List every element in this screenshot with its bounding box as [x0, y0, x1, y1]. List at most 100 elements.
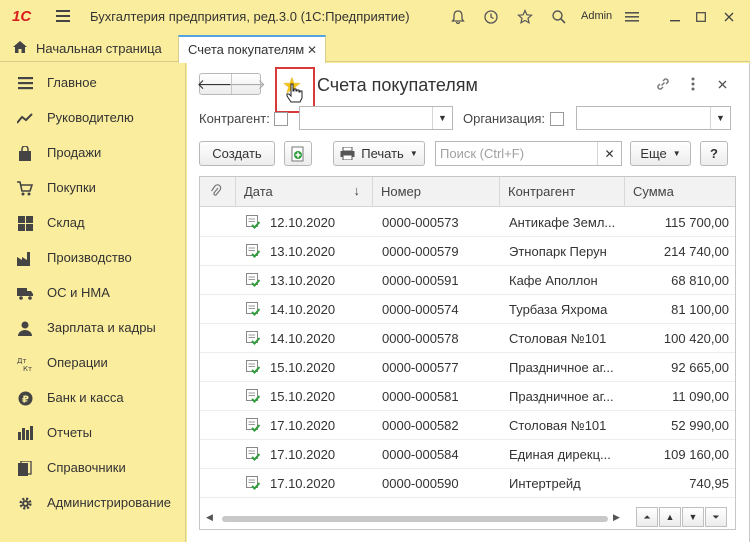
- maximize-icon[interactable]: [690, 6, 712, 28]
- history-icon[interactable]: [481, 7, 501, 27]
- svg-text:₽: ₽: [22, 394, 29, 405]
- sidebar-item-warehouse[interactable]: Склад: [0, 205, 186, 240]
- forward-arrow-icon[interactable]: 🡒: [228, 74, 266, 94]
- search-input[interactable]: Поиск (Ctrl+F) ✕: [435, 141, 622, 166]
- scrollbar-thumb[interactable]: [222, 516, 608, 522]
- cell-sum: 115 700,00: [664, 215, 729, 230]
- table-row[interactable]: 15.10.2020 0000-000577 Праздничное аг... 92…: [200, 353, 735, 382]
- table-row[interactable]: 14.10.2020 0000-000574 Турбаза Яхрома 81 10…: [200, 295, 735, 324]
- cell-number: 0000-000584: [382, 447, 459, 462]
- main-menu-icon[interactable]: [56, 10, 70, 22]
- more-button[interactable]: Еще ▼: [630, 141, 691, 166]
- close-form-icon[interactable]: [713, 75, 731, 93]
- scroll-right-icon[interactable]: ▶: [613, 512, 620, 523]
- table-row[interactable]: 17.10.2020 0000-000584 Единая дирекц... 109…: [200, 440, 735, 469]
- clear-search-icon[interactable]: ✕: [597, 142, 621, 165]
- settings-lines-icon[interactable]: [622, 7, 642, 27]
- create-button[interactable]: Создать: [199, 141, 275, 166]
- person-icon: [17, 320, 33, 336]
- table-row[interactable]: 12.10.2020 0000-000573 Антикафе Земл... 115…: [200, 208, 735, 237]
- link-icon[interactable]: [654, 75, 672, 93]
- cell-date: 17.10.2020: [270, 447, 336, 462]
- counterparty-filter-label: Контрагент:: [199, 111, 270, 126]
- counterparty-filter-field[interactable]: ▼: [299, 106, 453, 130]
- table-row[interactable]: 15.10.2020 0000-000581 Праздничное аг... 11…: [200, 382, 735, 411]
- dropdown-arrow-icon[interactable]: ▼: [432, 107, 452, 129]
- column-header-date[interactable]: Дата ↓: [236, 177, 373, 207]
- table-row[interactable]: 17.10.2020 0000-000590 Интертрейд 740,95: [200, 469, 735, 498]
- cell-date: 12.10.2020: [270, 215, 336, 230]
- sidebar-item-manager[interactable]: Руководителю: [0, 100, 186, 135]
- cart-icon: [17, 180, 33, 196]
- trend-icon: [17, 110, 33, 126]
- app-logo[interactable]: 1С: [12, 8, 31, 25]
- gear-icon: [17, 495, 33, 511]
- sidebar-item-label: Главное: [47, 75, 97, 90]
- table-row[interactable]: 13.10.2020 0000-000579 Этнопарк Перун 214 7…: [200, 237, 735, 266]
- tab-invoices[interactable]: Счета покупателям ✕: [178, 35, 326, 63]
- sidebar-item-administration[interactable]: Администрирование: [0, 485, 186, 520]
- page-up-icon[interactable]: ▲: [659, 507, 681, 527]
- sidebar-item-reports[interactable]: Отчеты: [0, 415, 186, 450]
- sidebar-item-main[interactable]: Главное: [0, 65, 186, 100]
- add-document-icon: [291, 146, 304, 161]
- nav-buttons: 🡐 🡒: [197, 73, 266, 95]
- cell-sum: 100 420,00: [663, 331, 729, 346]
- column-header-sum[interactable]: Сумма: [625, 177, 735, 207]
- bell-icon[interactable]: [448, 7, 468, 27]
- go-to-first-icon[interactable]: ⏶: [636, 507, 658, 527]
- sidebar-item-salary[interactable]: Зарплата и кадры: [0, 310, 186, 345]
- warehouse-icon: [17, 215, 33, 231]
- sidebar-item-bank[interactable]: ₽ Банк и касса: [0, 380, 186, 415]
- search-icon[interactable]: [549, 7, 569, 27]
- table-row[interactable]: 14.10.2020 0000-000578 Столовая №101 100 42…: [200, 324, 735, 353]
- column-header-counterparty[interactable]: Контрагент: [500, 177, 625, 207]
- current-user[interactable]: Admin: [581, 10, 612, 22]
- main-form: 🡐 🡒 ★ Счета покупателям Контрагент: ▼ Ор…: [187, 63, 750, 542]
- sidebar-item-label: ОС и НМА: [47, 285, 110, 300]
- cell-sum: 740,95: [689, 476, 729, 491]
- cell-sum: 92 665,00: [671, 360, 729, 375]
- cell-number: 0000-000581: [382, 389, 459, 404]
- tab-home[interactable]: Начальная страница: [0, 34, 172, 62]
- posted-document-icon: [246, 447, 260, 461]
- cell-sum: 109 160,00: [663, 447, 729, 462]
- sidebar-item-operations[interactable]: Дт Кт Операции: [0, 345, 186, 380]
- favorites-star-icon[interactable]: [515, 7, 535, 27]
- sidebar-item-label: Отчеты: [47, 425, 92, 440]
- sidebar-item-sales[interactable]: Продажи: [0, 135, 186, 170]
- back-arrow-icon[interactable]: 🡐: [197, 74, 235, 94]
- sidebar-item-purchases[interactable]: Покупки: [0, 170, 186, 205]
- go-to-last-icon[interactable]: ⏷: [705, 507, 727, 527]
- posted-document-icon: [246, 360, 260, 374]
- sidebar-item-catalogs[interactable]: Справочники: [0, 450, 186, 485]
- close-window-icon[interactable]: [718, 6, 740, 28]
- print-button[interactable]: Печать ▼: [333, 141, 425, 166]
- dropdown-arrow-icon[interactable]: ▼: [710, 107, 730, 129]
- sidebar-item-label: Операции: [47, 355, 108, 370]
- help-button[interactable]: ?: [700, 141, 728, 166]
- organization-filter-field[interactable]: ▼: [576, 106, 731, 130]
- tab-invoices-label: Счета покупателям: [188, 42, 305, 57]
- sidebar-item-fixed-assets[interactable]: ОС и НМА: [0, 275, 186, 310]
- more-vertical-icon[interactable]: [684, 75, 702, 93]
- organization-filter-checkbox[interactable]: [550, 112, 564, 126]
- attachment-column-icon[interactable]: [200, 177, 236, 207]
- table-row[interactable]: 17.10.2020 0000-000582 Столовая №101 52 990…: [200, 411, 735, 440]
- sidebar-item-label: Склад: [47, 215, 85, 230]
- counterparty-filter-checkbox[interactable]: [274, 112, 288, 126]
- minimize-icon[interactable]: [664, 6, 686, 28]
- table-row[interactable]: 13.10.2020 0000-000591 Кафе Аполлон 68 810,…: [200, 266, 735, 295]
- cell-date: 13.10.2020: [270, 273, 336, 288]
- cell-counterparty: Столовая №101: [509, 331, 607, 346]
- page-down-icon[interactable]: ▼: [682, 507, 704, 527]
- tab-close-icon[interactable]: ✕: [307, 43, 317, 57]
- sidebar-item-production[interactable]: Производство: [0, 240, 186, 275]
- column-header-number[interactable]: Номер: [373, 177, 500, 207]
- scroll-left-icon[interactable]: ◀: [206, 512, 213, 523]
- printer-icon: [340, 147, 355, 160]
- cell-counterparty: Интертрейд: [509, 476, 581, 491]
- create-copy-button[interactable]: [284, 141, 312, 166]
- cell-number: 0000-000591: [382, 273, 459, 288]
- sidebar-item-label: Руководителю: [47, 110, 134, 125]
